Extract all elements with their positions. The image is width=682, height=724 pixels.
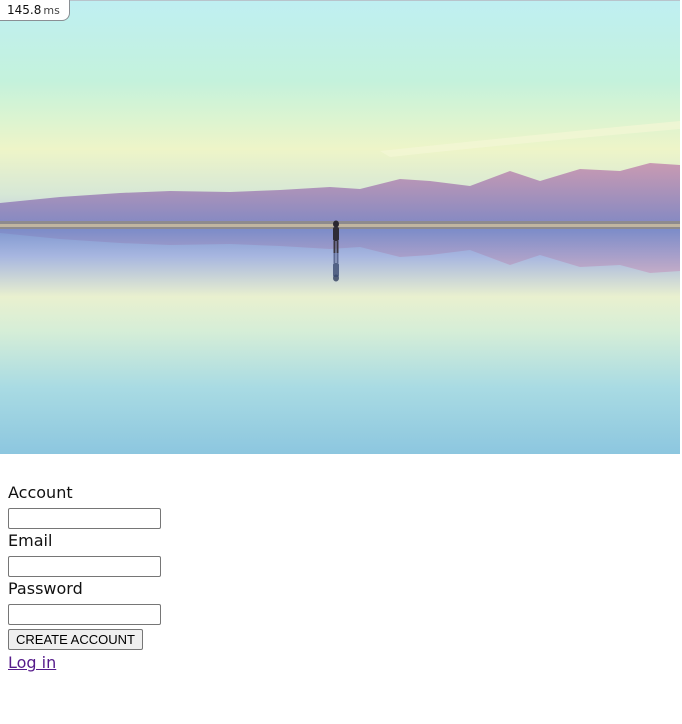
render-time-unit: ms bbox=[43, 4, 60, 17]
hero-image bbox=[0, 0, 680, 454]
salt-flat-reflection-photo bbox=[0, 1, 680, 454]
horizon-sand bbox=[0, 224, 680, 227]
create-account-button[interactable]: CREATE ACCOUNT bbox=[8, 629, 143, 650]
render-time-value: 145.8 bbox=[7, 3, 42, 17]
email-input[interactable] bbox=[8, 556, 161, 577]
account-label: Account bbox=[8, 483, 73, 502]
render-time-badge: 145.8 ms bbox=[0, 0, 70, 21]
create-account-form: Account Email Password CREATE ACCOUNT Lo… bbox=[8, 482, 308, 674]
account-input[interactable] bbox=[8, 508, 161, 529]
login-link[interactable]: Log in bbox=[8, 652, 56, 674]
password-label: Password bbox=[8, 579, 83, 598]
email-label: Email bbox=[8, 531, 53, 550]
password-input[interactable] bbox=[8, 604, 161, 625]
